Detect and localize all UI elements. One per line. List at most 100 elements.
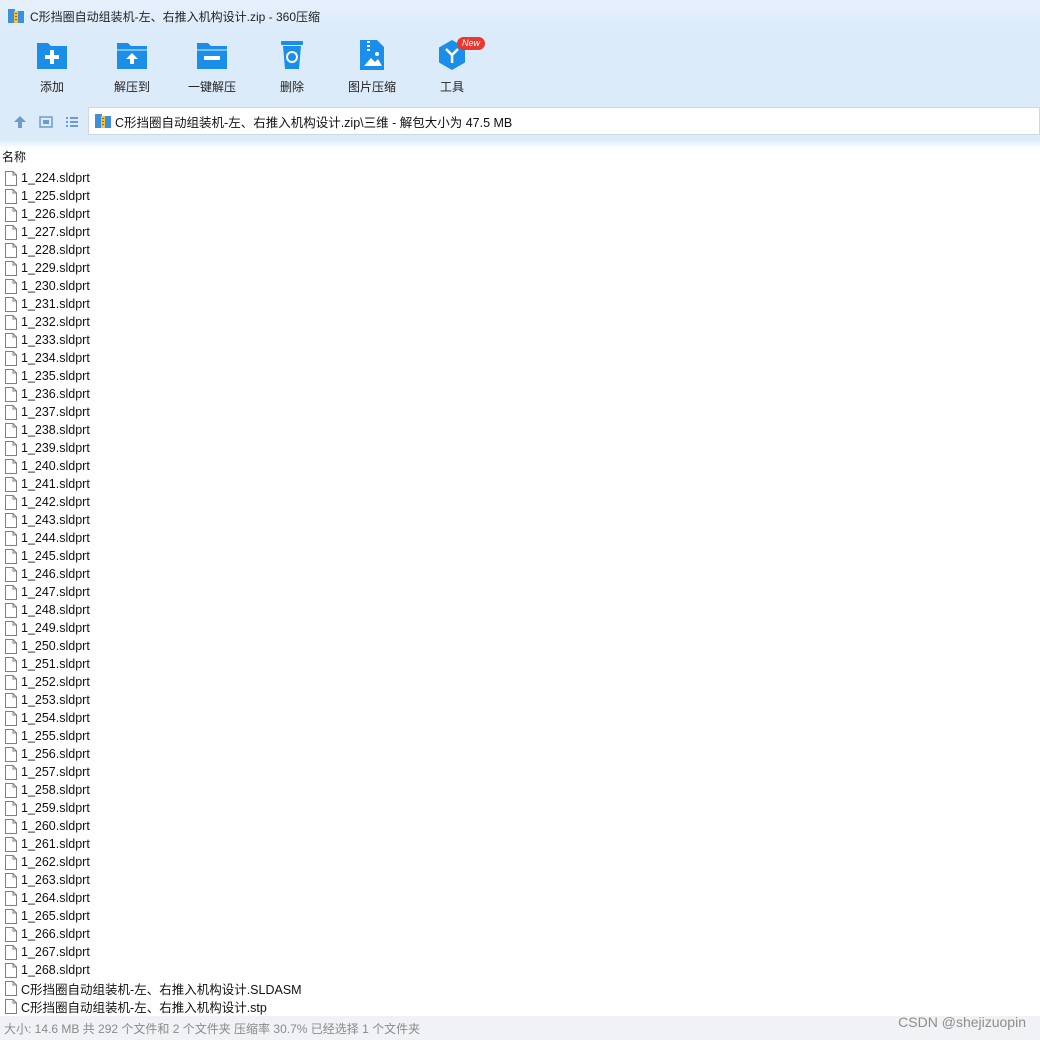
list-item[interactable]: 1_246.sldprt	[0, 565, 1040, 583]
tools-button[interactable]: New 工具	[412, 37, 492, 98]
file-name: 1_236.sldprt	[21, 387, 90, 401]
list-item[interactable]: 1_259.sldprt	[0, 799, 1040, 817]
list-item[interactable]: 1_232.sldprt	[0, 313, 1040, 331]
file-name: 1_258.sldprt	[21, 783, 90, 797]
thumbnail-view-icon[interactable]	[38, 114, 54, 130]
watermark: CSDN @shejizuopin	[898, 1014, 1026, 1030]
file-icon	[5, 296, 17, 312]
file-name: 1_263.sldprt	[21, 873, 90, 887]
list-item[interactable]: 1_230.sldprt	[0, 277, 1040, 295]
list-item[interactable]: 1_254.sldprt	[0, 709, 1040, 727]
file-icon	[5, 818, 17, 834]
image-compress-button[interactable]: 图片压缩	[332, 38, 412, 98]
list-item[interactable]: 1_257.sldprt	[0, 763, 1040, 781]
list-item[interactable]: 1_229.sldprt	[0, 259, 1040, 277]
file-icon	[5, 548, 17, 564]
file-icon	[5, 836, 17, 852]
list-item[interactable]: 1_255.sldprt	[0, 727, 1040, 745]
list-item[interactable]: 1_264.sldprt	[0, 889, 1040, 907]
file-icon	[5, 620, 17, 636]
list-item[interactable]: 1_248.sldprt	[0, 601, 1040, 619]
file-name: 1_261.sldprt	[21, 837, 90, 851]
file-icon	[5, 422, 17, 438]
list-item[interactable]: 1_263.sldprt	[0, 871, 1040, 889]
list-item[interactable]: 1_266.sldprt	[0, 925, 1040, 943]
file-icon	[5, 746, 17, 762]
file-name: 1_227.sldprt	[21, 225, 90, 239]
file-icon	[5, 440, 17, 456]
file-name: 1_226.sldprt	[21, 207, 90, 221]
list-item[interactable]: 1_242.sldprt	[0, 493, 1040, 511]
list-item[interactable]: C形挡圈自动组装机-左、右推入机构设计.stp	[0, 997, 1040, 1015]
list-item[interactable]: 1_240.sldprt	[0, 457, 1040, 475]
add-folder-icon	[37, 43, 67, 69]
list-item[interactable]: 1_238.sldprt	[0, 421, 1040, 439]
file-name: 1_254.sldprt	[21, 711, 90, 725]
file-list: 1_224.sldprt 1_225.sldprt 1_226.sldprt 1_22…	[0, 169, 1040, 1015]
list-item[interactable]: 1_228.sldprt	[0, 241, 1040, 259]
list-item[interactable]: 1_231.sldprt	[0, 295, 1040, 313]
list-item[interactable]: 1_239.sldprt	[0, 439, 1040, 457]
list-item[interactable]: 1_234.sldprt	[0, 349, 1040, 367]
list-item[interactable]: 1_224.sldprt	[0, 169, 1040, 187]
list-item[interactable]: 1_227.sldprt	[0, 223, 1040, 241]
column-header-name[interactable]: 名称	[2, 148, 26, 165]
file-name: 1_245.sldprt	[21, 549, 90, 563]
list-item[interactable]: 1_252.sldprt	[0, 673, 1040, 691]
list-item[interactable]: 1_261.sldprt	[0, 835, 1040, 853]
file-icon	[5, 494, 17, 510]
list-item[interactable]: 1_237.sldprt	[0, 403, 1040, 421]
file-icon	[5, 260, 17, 276]
file-name: 1_239.sldprt	[21, 441, 90, 455]
file-icon	[5, 728, 17, 744]
list-item[interactable]: 1_253.sldprt	[0, 691, 1040, 709]
file-name: 1_268.sldprt	[21, 963, 90, 977]
status-bar: 大小: 14.6 MB 共 292 个文件和 2 个文件夹 压缩率 30.7% …	[0, 1016, 1040, 1040]
list-item[interactable]: 1_226.sldprt	[0, 205, 1040, 223]
list-item[interactable]: 1_262.sldprt	[0, 853, 1040, 871]
file-icon	[5, 908, 17, 924]
address-bar[interactable]: C形挡圈自动组装机-左、右推入机构设计.zip\三维 - 解包大小为 47.5 …	[88, 107, 1040, 135]
delete-button[interactable]: 删除	[252, 38, 332, 98]
file-name: 1_229.sldprt	[21, 261, 90, 275]
up-arrow-icon[interactable]	[12, 114, 28, 130]
list-item[interactable]: 1_250.sldprt	[0, 637, 1040, 655]
add-button[interactable]: 添加	[12, 38, 92, 98]
list-item[interactable]: 1_233.sldprt	[0, 331, 1040, 349]
list-view-icon[interactable]	[64, 114, 80, 130]
file-icon	[5, 782, 17, 798]
file-icon	[5, 404, 17, 420]
file-name: 1_246.sldprt	[21, 567, 90, 581]
file-name: 1_248.sldprt	[21, 603, 90, 617]
list-item[interactable]: 1_236.sldprt	[0, 385, 1040, 403]
list-item[interactable]: 1_241.sldprt	[0, 475, 1040, 493]
list-item[interactable]: 1_235.sldprt	[0, 367, 1040, 385]
list-item[interactable]: 1_245.sldprt	[0, 547, 1040, 565]
file-name: 1_264.sldprt	[21, 891, 90, 905]
file-icon	[5, 926, 17, 942]
list-item[interactable]: 1_260.sldprt	[0, 817, 1040, 835]
list-item[interactable]: 1_249.sldprt	[0, 619, 1040, 637]
list-item[interactable]: 1_258.sldprt	[0, 781, 1040, 799]
title-bar: C形挡圈自动组装机-左、右推入机构设计.zip - 360压缩	[0, 0, 1040, 32]
list-item[interactable]: 1_268.sldprt	[0, 961, 1040, 979]
one-click-extract-button[interactable]: 一键解压	[172, 38, 252, 98]
extract-to-button[interactable]: 解压到	[92, 38, 172, 98]
list-item[interactable]: 1_267.sldprt	[0, 943, 1040, 961]
list-item[interactable]: 1_225.sldprt	[0, 187, 1040, 205]
navigation-bar: C形挡圈自动组装机-左、右推入机构设计.zip\三维 - 解包大小为 47.5 …	[0, 104, 1040, 140]
file-icon	[5, 638, 17, 654]
list-item[interactable]: 1_265.sldprt	[0, 907, 1040, 925]
list-item[interactable]: 1_244.sldprt	[0, 529, 1040, 547]
file-icon	[5, 998, 17, 1014]
file-icon	[5, 584, 17, 600]
file-icon	[5, 206, 17, 222]
file-name: 1_234.sldprt	[21, 351, 90, 365]
file-name: 1_255.sldprt	[21, 729, 90, 743]
file-name: 1_257.sldprt	[21, 765, 90, 779]
list-item[interactable]: 1_243.sldprt	[0, 511, 1040, 529]
list-item[interactable]: C形挡圈自动组装机-左、右推入机构设计.SLDASM	[0, 979, 1040, 997]
list-item[interactable]: 1_251.sldprt	[0, 655, 1040, 673]
list-item[interactable]: 1_256.sldprt	[0, 745, 1040, 763]
list-item[interactable]: 1_247.sldprt	[0, 583, 1040, 601]
